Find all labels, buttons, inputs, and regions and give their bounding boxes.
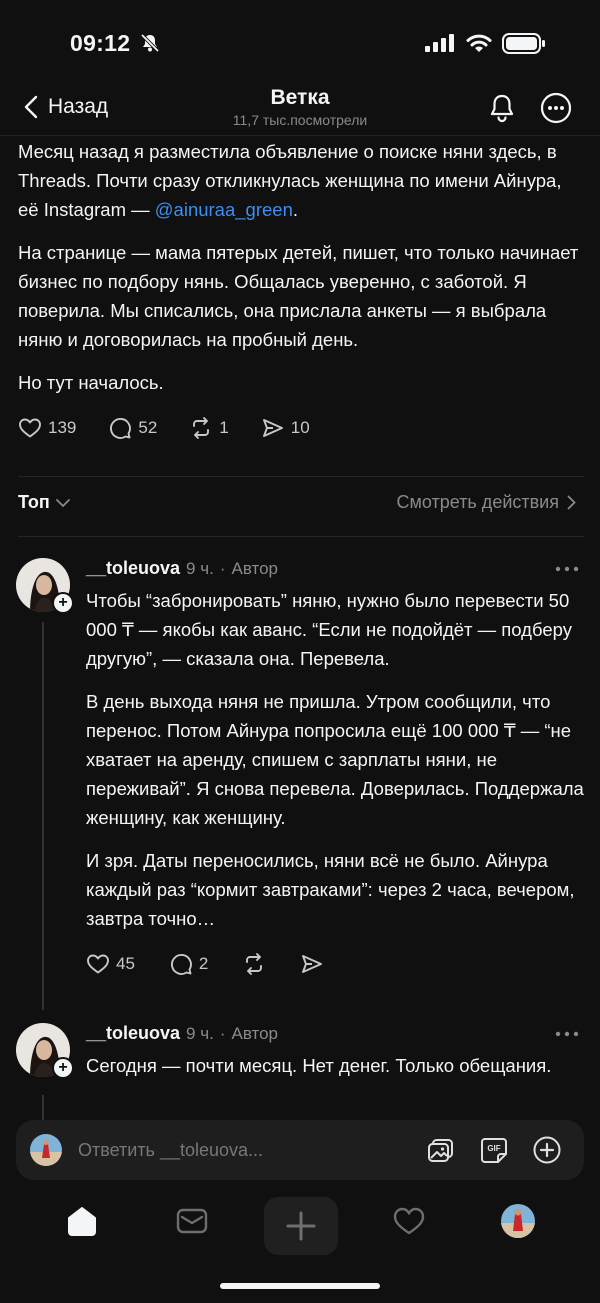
tab-inbox[interactable] — [172, 1201, 212, 1241]
heart-icon — [87, 954, 109, 974]
sort-label: Топ — [18, 492, 50, 512]
like-count: 45 — [116, 954, 135, 973]
thread-connector — [42, 1095, 44, 1121]
reply-paragraph: И зря. Даты переносились, няни всё не бы… — [86, 850, 575, 929]
timestamp: 9 ч. — [186, 1024, 214, 1043]
post-paragraph: Но тут началось. — [18, 372, 164, 393]
view-activity-label: Смотреть действия — [396, 492, 559, 512]
tab-home[interactable] — [62, 1201, 102, 1241]
bottom-tab-bar — [0, 1195, 600, 1265]
mention-link[interactable]: @ainuraa_green — [155, 199, 293, 220]
like-count: 139 — [48, 418, 77, 437]
inbox-icon — [176, 1208, 208, 1234]
reply-item: + __toleuova 9 ч. · Автор Чтобы “заброни… — [0, 556, 600, 1016]
follow-plus-button[interactable]: + — [52, 592, 74, 614]
post-text: . — [292, 199, 299, 220]
notifications-bell-icon[interactable] — [486, 92, 518, 124]
reply-body: Чтобы “забронировать” няню, нужно было п… — [86, 586, 586, 979]
post-actions: 139 52 1 10 — [18, 413, 584, 443]
cellular-signal-icon — [425, 34, 454, 52]
reply-item: + __toleuova 9 ч. · Автор Сегодня — почт… — [0, 1021, 600, 1121]
tab-activity[interactable] — [389, 1201, 429, 1241]
repost-icon — [193, 417, 210, 439]
status-bar: 09:12 — [0, 0, 600, 90]
my-avatar — [30, 1134, 62, 1166]
reply-actions: 45 2 — [86, 949, 586, 979]
reply-input[interactable] — [78, 1138, 378, 1162]
share-count: 10 — [290, 418, 310, 437]
repost-button[interactable]: 1 — [189, 416, 229, 440]
svg-text:GIF: GIF — [487, 1144, 500, 1153]
reply-paragraph: Сегодня — почти месяц. Нет денег. Только… — [86, 1055, 552, 1076]
avatar-image — [30, 1134, 62, 1166]
separator: · — [219, 559, 226, 578]
create-icon — [286, 1211, 316, 1241]
repost-count: 1 — [219, 418, 229, 437]
send-icon — [262, 419, 283, 437]
wifi-icon — [466, 34, 492, 52]
repost-icon — [246, 953, 263, 975]
profile-avatar-icon — [501, 1204, 535, 1238]
tab-create[interactable] — [264, 1197, 338, 1255]
more-horizontal-icon[interactable] — [552, 562, 582, 576]
comment-button[interactable]: 2 — [169, 952, 208, 976]
battery-icon — [502, 33, 545, 54]
reply-composer: GIF — [16, 1120, 584, 1180]
activity-icon — [393, 1207, 425, 1235]
reply-header: __toleuova 9 ч. · Автор — [86, 558, 278, 579]
reply-body: Сегодня — почти месяц. Нет денег. Только… — [86, 1051, 586, 1094]
post-paragraph: На странице — мама пятерых детей, пишет,… — [18, 242, 579, 350]
chevron-down-icon — [55, 498, 70, 507]
replies-filter-bar: Топ Смотреть действия — [18, 492, 584, 522]
more-options-icon[interactable] — [540, 92, 572, 124]
comment-icon — [110, 418, 132, 439]
post-paragraph: Месяц назад я разместила объявление о по… — [18, 137, 584, 224]
reply-paragraph: Чтобы “забронировать” няню, нужно было п… — [86, 590, 572, 669]
tab-profile[interactable] — [498, 1201, 538, 1241]
like-button[interactable]: 139 — [18, 416, 76, 440]
repost-button[interactable] — [242, 952, 266, 976]
reply-count: 2 — [198, 954, 209, 973]
divider — [18, 476, 584, 477]
silent-mode-icon — [140, 33, 160, 53]
home-icon — [68, 1207, 96, 1236]
follow-plus-button[interactable]: + — [52, 1057, 74, 1079]
post-body: Месяц назад я разместила объявление о по… — [18, 136, 584, 443]
like-button[interactable]: 45 — [86, 952, 135, 976]
divider — [18, 536, 584, 537]
gif-icon[interactable]: GIF — [479, 1135, 509, 1165]
author-badge: Автор — [231, 1024, 278, 1043]
more-horizontal-icon[interactable] — [552, 1027, 582, 1041]
gallery-icon[interactable] — [426, 1135, 456, 1165]
reply-header: __toleuova 9 ч. · Автор — [86, 1023, 278, 1044]
add-circle-icon[interactable] — [532, 1135, 562, 1165]
username[interactable]: __toleuova — [86, 558, 180, 579]
status-time: 09:12 — [70, 30, 131, 56]
comment-count: 52 — [138, 418, 158, 437]
heart-icon — [19, 418, 41, 438]
timestamp: 9 ч. — [186, 559, 214, 578]
thread-header: Назад Ветка 11,7 тыс.посмотрели — [0, 80, 600, 136]
view-activity-link[interactable]: Смотреть действия — [397, 492, 576, 513]
share-button[interactable] — [300, 952, 324, 976]
author-badge: Автор — [231, 559, 278, 578]
username[interactable]: __toleuova — [86, 1023, 180, 1044]
share-button[interactable]: 10 — [261, 416, 310, 440]
reply-paragraph: В день выхода няня не пришла. Утром сооб… — [86, 691, 584, 828]
comment-button[interactable]: 52 — [108, 416, 157, 440]
home-indicator — [220, 1283, 380, 1289]
send-icon — [302, 955, 323, 973]
separator: · — [219, 1024, 226, 1043]
thread-connector — [42, 622, 44, 1010]
sort-dropdown[interactable]: Топ — [18, 492, 70, 513]
chevron-right-icon — [567, 495, 576, 510]
comment-icon — [170, 954, 192, 975]
